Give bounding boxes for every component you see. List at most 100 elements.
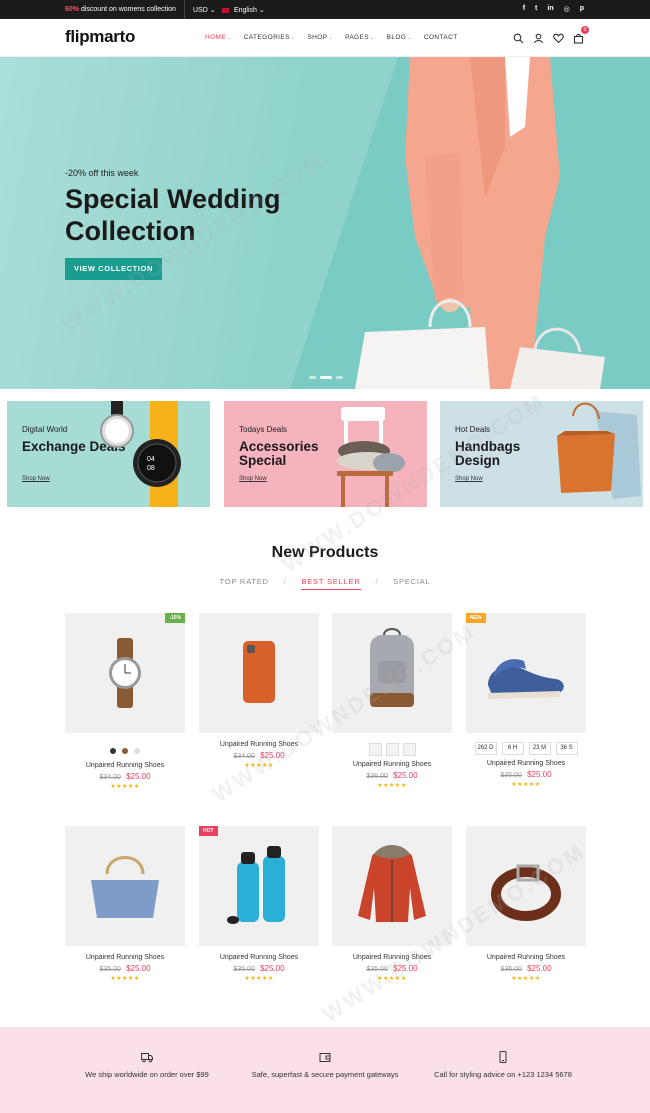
instagram-icon[interactable]: ◎	[564, 5, 570, 13]
countdown-minutes: 23 M	[528, 742, 551, 755]
shop-now-link[interactable]: Shop Now	[239, 476, 267, 482]
feature-payment: Safe, superfast & secure payment gateway…	[250, 1051, 400, 1080]
product-card[interactable]: Unpaired Running Shoes $36.00 $25.00 ★★★…	[332, 613, 452, 789]
rating-stars: ★★★★★	[511, 976, 541, 982]
linkedin-icon[interactable]: in	[547, 5, 553, 13]
new-price: $25.00	[527, 770, 552, 779]
heart-icon[interactable]	[553, 31, 564, 44]
section-title: New Products	[271, 544, 379, 561]
product-card[interactable]: Unpaired Running Shoes $36.00 $25.00 ★★★…	[466, 826, 586, 982]
cart-icon[interactable]: 0	[573, 26, 589, 44]
slider-dot[interactable]	[336, 376, 343, 379]
product-card[interactable]: Unpaired Running Shoes $35.00 $25.00 ★★★…	[65, 826, 185, 982]
hero-slider: -20% off this week Special Wedding Colle…	[0, 57, 650, 389]
language-selector[interactable]: English ⌄	[222, 6, 265, 14]
main-nav: HOME⌄ CATEGORIES⌄ SHOP⌄ PAGES⌄ BLOG⌄ CON…	[205, 34, 458, 41]
water-bottles-image	[227, 846, 285, 924]
nav-label: PAGES	[345, 34, 369, 41]
nav-label: CONTACT	[423, 34, 458, 41]
facebook-icon[interactable]: f	[523, 5, 525, 13]
pinterest-icon[interactable]: p	[580, 5, 584, 13]
tab-separator: /	[283, 577, 287, 586]
product-image[interactable]	[466, 826, 586, 946]
product-name[interactable]: Unpaired Running Shoes	[199, 741, 319, 748]
product-name[interactable]: Unpaired Running Shoes	[466, 954, 586, 961]
search-icon[interactable]	[513, 31, 524, 44]
product-image[interactable]: -15%	[65, 613, 185, 733]
chevron-down-icon: ⌄	[290, 35, 296, 41]
product-name[interactable]: Unpaired Running Shoes	[332, 954, 452, 961]
product-name[interactable]: Unpaired Running Shoes	[332, 761, 452, 768]
nav-blog[interactable]: BLOG⌄	[387, 34, 412, 41]
product-image[interactable]	[332, 613, 452, 733]
product-name[interactable]: Unpaired Running Shoes	[466, 760, 586, 767]
product-card[interactable]: Unpaired Running Shoes $34.00 $25.00 ★★★…	[199, 613, 319, 769]
rating-stars: ★★★★★	[377, 783, 407, 789]
swatch-white[interactable]	[134, 748, 141, 754]
chevron-down-icon: ⌄	[258, 7, 265, 14]
handbag-image	[557, 402, 641, 499]
slider-dots	[309, 376, 343, 379]
nav-pages[interactable]: PAGES⌄	[345, 34, 375, 41]
nav-label: BLOG	[386, 34, 407, 41]
backpack-image	[370, 628, 414, 707]
tab-special[interactable]: SPECIAL	[393, 577, 430, 586]
chevron-down-icon: ⌄	[369, 35, 375, 41]
product-card[interactable]: HOT Unpaired Running Shoes $35.00 $25.00…	[199, 826, 319, 982]
phone-icon	[499, 1051, 507, 1063]
slider-dot-active[interactable]	[320, 376, 332, 379]
old-price: $36.00	[366, 773, 388, 780]
new-price: $25.00	[393, 771, 418, 780]
product-image[interactable]: NEW	[466, 613, 586, 733]
product-card[interactable]: Unpaired Running Shoes $35.00 $25.00 ★★★…	[332, 826, 452, 982]
nav-home[interactable]: HOME⌄	[205, 34, 232, 41]
nav-shop[interactable]: SHOP⌄	[307, 34, 333, 41]
product-image[interactable]	[65, 826, 185, 946]
variant-thumbnail[interactable]	[385, 743, 399, 756]
product-image[interactable]	[199, 613, 319, 733]
product-image[interactable]: HOT	[199, 826, 319, 946]
tab-top-rated[interactable]: TOP RATED	[219, 577, 268, 586]
new-price: $25.00	[260, 751, 285, 760]
twitter-icon[interactable]: t	[535, 5, 537, 13]
banner-exchange-deals[interactable]: Digital World Exchange Deals Shop Now 04…	[7, 401, 210, 507]
product-name[interactable]: Unpaired Running Shoes	[65, 954, 185, 961]
feature-text: We ship worldwide on order over $99	[85, 1070, 209, 1079]
banner-handbags-design[interactable]: Hot Deals Handbags Design Shop Now	[440, 401, 643, 507]
slider-dot[interactable]	[309, 376, 316, 379]
nav-label: SHOP	[307, 34, 328, 41]
product-price: $35.00 $25.00	[199, 964, 319, 973]
site-logo[interactable]: flipmarto	[65, 27, 135, 47]
banner-accessories-special[interactable]: Todays Deals Accessories Special Shop No…	[224, 401, 427, 507]
countdown-hours: 6 H	[501, 742, 524, 755]
svg-text:04: 04	[147, 456, 155, 463]
shop-now-link[interactable]: Shop Now	[22, 476, 50, 482]
shop-now-link[interactable]: Shop Now	[455, 476, 483, 482]
product-name[interactable]: Unpaired Running Shoes	[199, 954, 319, 961]
tab-best-seller[interactable]: BEST SELLER	[301, 577, 361, 590]
swatch-black[interactable]	[109, 748, 116, 754]
countdown-timer: 262 D 6 H 23 M 36 S	[466, 742, 586, 755]
chevron-down-icon: ⌄	[328, 35, 334, 41]
wrist-watch-image	[109, 638, 141, 708]
phone-case-image	[243, 641, 275, 703]
product-card[interactable]: -15% Unpaired Running Shoes $34.00 $25.0…	[65, 613, 185, 790]
variant-thumbnail[interactable]	[368, 743, 382, 756]
variant-thumbnail[interactable]	[402, 743, 416, 756]
nav-contact[interactable]: CONTACT	[424, 34, 458, 41]
feature-shipping: We ship worldwide on order over $99	[72, 1051, 222, 1080]
new-price: $25.00	[260, 964, 285, 973]
product-card[interactable]: NEW 262 D 6 H 23 M 36 S Unpaired Running…	[466, 613, 586, 788]
view-collection-button[interactable]: VIEW COLLECTION	[65, 258, 162, 280]
handbag-image	[91, 856, 159, 918]
rating-stars: ★★★★★	[110, 976, 140, 982]
swatch-brown[interactable]	[122, 748, 128, 754]
product-image[interactable]	[332, 826, 452, 946]
nav-categories[interactable]: CATEGORIES⌄	[244, 34, 296, 41]
old-price: $34.00	[233, 753, 255, 760]
currency-selector[interactable]: USD ⌄	[193, 6, 216, 14]
product-price: $36.00 $25.00	[332, 771, 452, 780]
product-name[interactable]: Unpaired Running Shoes	[65, 762, 185, 769]
user-icon[interactable]	[533, 31, 544, 44]
tab-separator: /	[375, 577, 379, 586]
